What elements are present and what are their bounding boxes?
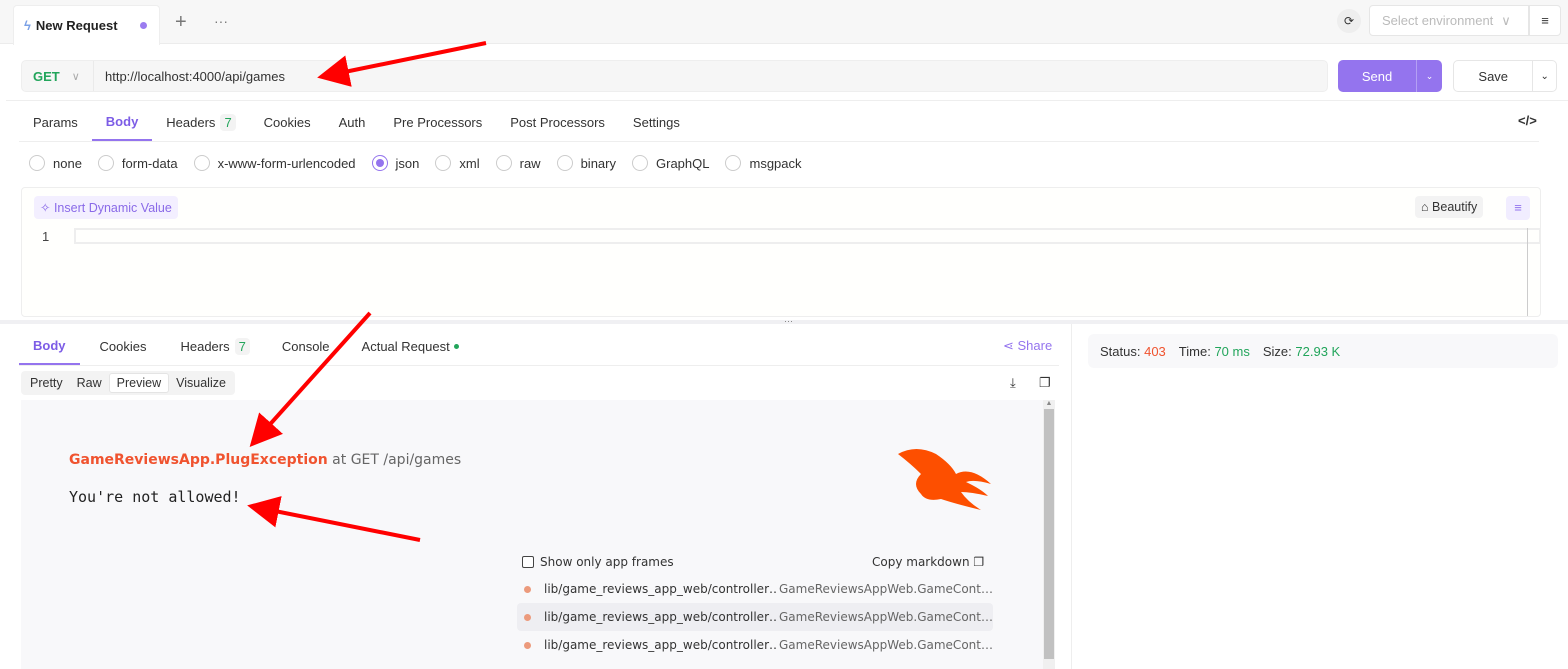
active-line	[74, 228, 1541, 244]
copy-markdown-button[interactable]: Copy markdown ❐	[872, 555, 984, 569]
stack-frame[interactable]: lib/game_reviews_app_web/controller… Game…	[517, 631, 993, 659]
tab-title: New Request	[35, 18, 118, 33]
more-tabs-button[interactable]: ···	[214, 13, 228, 29]
send-options-icon[interactable]: ⌄	[1416, 60, 1442, 92]
stack-frames: lib/game_reviews_app_web/controller… Game…	[517, 575, 993, 659]
download-icon[interactable]: ⤓	[1010, 375, 1016, 391]
lightning-icon: ϟ	[24, 18, 31, 33]
view-preview[interactable]: Preview	[108, 373, 170, 393]
radio-raw[interactable]: raw	[495, 155, 541, 171]
radio-xml[interactable]: xml	[435, 155, 480, 171]
tab-response-body[interactable]: Body	[19, 327, 80, 365]
tab-response-cookies[interactable]: Cookies	[80, 327, 167, 365]
response-time: 70 ms	[1214, 343, 1250, 359]
view-visualize[interactable]: Visualize	[169, 373, 233, 393]
view-raw[interactable]: Raw	[70, 373, 109, 393]
tab-auth[interactable]: Auth	[325, 103, 380, 141]
response-tabs: Body Cookies Headers 7 Console Actual Req…	[19, 327, 1059, 366]
exception-heading: GameReviewsApp.PlugException at GET /api…	[69, 452, 462, 468]
method-select[interactable]: GET ∨	[22, 61, 94, 91]
tab-console[interactable]: Console	[264, 327, 348, 365]
drag-handle-icon[interactable]: ···	[784, 316, 793, 326]
response-size: 72.93 K	[1295, 343, 1341, 359]
share-icon: ⋖	[1003, 338, 1018, 353]
tab-params[interactable]: Params	[19, 103, 92, 141]
wrap-lines-icon[interactable]: ≡	[1506, 196, 1530, 220]
tab-pre-processors[interactable]: Pre Processors	[379, 103, 496, 141]
view-mode-tabs: Pretty Raw Preview Visualize	[21, 371, 235, 395]
view-pretty[interactable]: Pretty	[23, 373, 70, 393]
tab-new-request[interactable]: ϟ New Request	[13, 5, 160, 45]
insert-dynamic-value-button[interactable]: ✧ Insert Dynamic Value	[34, 196, 178, 219]
chevron-down-icon: ∨	[1501, 12, 1511, 28]
stack-frame[interactable]: lib/game_reviews_app_web/controller… Game…	[517, 603, 993, 631]
share-button[interactable]: ⋖ Share	[1003, 338, 1052, 354]
body-type-radios: none form-data x-www-form-urlencoded jso…	[29, 155, 818, 171]
unsaved-dot	[139, 22, 147, 29]
status-code: 403	[1144, 343, 1166, 359]
scrollbar[interactable]: ▲	[1043, 400, 1055, 669]
radio-graphql[interactable]: GraphQL	[632, 155, 709, 171]
show-app-frames-checkbox[interactable]: Show only app frames	[522, 555, 674, 569]
code-icon[interactable]: </>	[1518, 113, 1537, 128]
copy-icon[interactable]: ❐	[1039, 375, 1051, 391]
basket-icon: ⌂	[1421, 200, 1433, 214]
save-button[interactable]: Save ⌄	[1453, 60, 1557, 92]
exception-message: You're not allowed!	[69, 488, 241, 506]
radio-none[interactable]: none	[29, 155, 82, 171]
send-button[interactable]: Send ⌄	[1338, 60, 1442, 92]
radio-msgpack[interactable]: msgpack	[725, 155, 802, 171]
tab-actual-request[interactable]: Actual Request	[348, 327, 473, 365]
html-preview: GameReviewsApp.PlugException at GET /api…	[21, 400, 1055, 669]
save-options-icon[interactable]: ⌄	[1532, 61, 1556, 91]
tab-headers[interactable]: Headers 7	[152, 103, 249, 141]
menu-icon[interactable]: ≡	[1529, 5, 1561, 36]
tab-bar	[0, 0, 1568, 44]
radio-form-data[interactable]: form-data	[97, 155, 178, 171]
radio-binary[interactable]: binary	[556, 155, 616, 171]
chevron-down-icon: ∨	[71, 70, 80, 83]
refresh-icon[interactable]: ⟳	[1337, 9, 1361, 33]
line-number: 1	[42, 229, 50, 244]
tab-body[interactable]: Body	[91, 103, 153, 141]
request-tabs: Params Body Headers 7 Cookies Auth Pre Pr…	[19, 103, 1539, 142]
phoenix-logo	[898, 449, 991, 510]
response-status-bar: Status: 403 Time: 70 ms Size: 72.93 K	[1088, 334, 1558, 368]
url-bar: GET ∨ http://localhost:4000/api/games	[21, 60, 1328, 92]
url-input[interactable]: http://localhost:4000/api/games	[94, 69, 285, 84]
wand-icon: ✧	[40, 201, 54, 215]
tab-settings[interactable]: Settings	[619, 103, 694, 141]
radio-json[interactable]: json	[371, 155, 419, 171]
beautify-button[interactable]: ⌂ Beautify	[1415, 196, 1484, 218]
body-editor[interactable]: ✧ Insert Dynamic Value ⌂ Beautify ≡ 1	[21, 187, 1541, 317]
add-tab-button[interactable]: +	[175, 11, 187, 34]
environment-select[interactable]: Select environment ∨	[1369, 5, 1529, 36]
tab-post-processors[interactable]: Post Processors	[496, 103, 619, 141]
tab-cookies[interactable]: Cookies	[250, 103, 325, 141]
copy-icon: ❐	[973, 555, 985, 569]
stack-frame[interactable]: lib/game_reviews_app_web/controller… Game…	[517, 575, 993, 603]
radio-urlencoded[interactable]: x-www-form-urlencoded	[193, 155, 356, 171]
tab-response-headers[interactable]: Headers 7	[166, 327, 263, 365]
